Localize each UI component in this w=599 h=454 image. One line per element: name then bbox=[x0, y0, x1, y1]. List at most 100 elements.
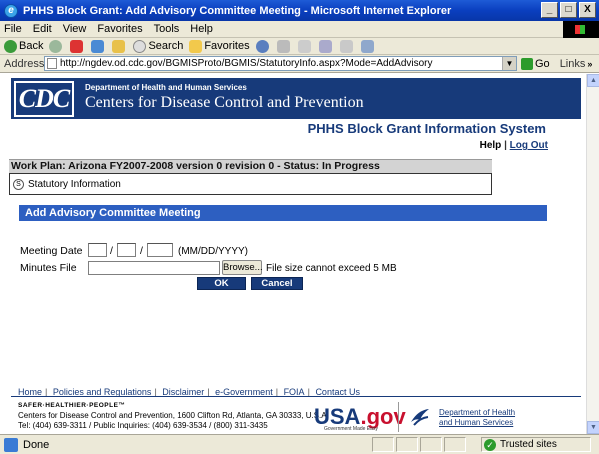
links-chevron-icon[interactable]: » bbox=[587, 59, 592, 69]
edit-icon bbox=[318, 39, 332, 53]
menu-file[interactable]: File bbox=[4, 23, 22, 35]
address-dropdown-icon[interactable]: ▼ bbox=[502, 57, 516, 70]
statutory-info-label[interactable]: Statutory Information bbox=[28, 179, 121, 190]
minimize-button[interactable]: _ bbox=[541, 2, 558, 18]
go-arrow-icon bbox=[521, 57, 533, 70]
links-button[interactable]: Links bbox=[560, 58, 586, 70]
page-viewport: CDC Department of Health and Human Servi… bbox=[0, 74, 586, 434]
minutes-file-label: Minutes File bbox=[20, 262, 77, 274]
footer-divider bbox=[11, 396, 581, 397]
scroll-up-icon[interactable]: ▲ bbox=[587, 74, 599, 87]
menu-bar: File Edit View Favorites Tools Help bbox=[0, 21, 599, 38]
favorites-label: Favorites bbox=[204, 40, 250, 52]
ok-button[interactable]: OK bbox=[197, 277, 246, 290]
back-arrow-icon bbox=[4, 39, 17, 53]
hhs-line-1: Department of Health bbox=[439, 408, 516, 417]
status-text: Done bbox=[23, 438, 50, 451]
meeting-date-label: Meeting Date bbox=[20, 245, 83, 257]
back-label: Back bbox=[19, 40, 44, 52]
tagline: SAFER·HEALTHIER·PEOPLE™ bbox=[18, 402, 126, 409]
hhs-eagle-icon[interactable] bbox=[408, 406, 432, 428]
cdc-logo[interactable]: CDC bbox=[14, 80, 74, 117]
step-s-icon: S bbox=[13, 178, 24, 190]
history-button[interactable] bbox=[255, 39, 271, 53]
hhs-line-2: and Human Services bbox=[439, 418, 514, 427]
workplan-title: Work Plan: Arizona FY2007-2008 version 0… bbox=[9, 159, 492, 173]
date-slash: / bbox=[140, 245, 143, 257]
vertical-scrollbar[interactable]: ▲ ▼ bbox=[586, 74, 599, 434]
windows-logo-icon bbox=[563, 21, 599, 38]
department-name: Department of Health and Human Services bbox=[85, 83, 247, 92]
hhs-link[interactable]: Department of Health and Human Services bbox=[439, 408, 515, 428]
window-titlebar: e PHHS Block Grant: Add Advisory Committ… bbox=[0, 0, 599, 21]
print-icon bbox=[297, 39, 311, 53]
ie-icon: e bbox=[4, 3, 18, 18]
discuss-icon bbox=[339, 39, 353, 53]
status-pane bbox=[444, 437, 466, 452]
messenger-icon bbox=[360, 39, 374, 53]
star-icon bbox=[189, 39, 203, 53]
menu-edit[interactable]: Edit bbox=[33, 23, 52, 35]
address-label: Address bbox=[4, 57, 45, 70]
year-input[interactable] bbox=[147, 243, 173, 257]
page-done-icon bbox=[4, 437, 18, 452]
refresh-icon bbox=[91, 39, 105, 53]
back-button[interactable]: Back bbox=[4, 39, 44, 53]
section-title: Add Advisory Committee Meeting bbox=[19, 205, 547, 221]
status-bar: Done ✓ Trusted sites bbox=[0, 434, 599, 454]
security-zone[interactable]: ✓ Trusted sites bbox=[481, 437, 591, 452]
search-label: Search bbox=[148, 40, 184, 52]
stop-icon bbox=[70, 39, 84, 53]
forward-button[interactable] bbox=[49, 39, 64, 53]
favorites-button[interactable]: Favorites bbox=[189, 39, 250, 53]
print-button[interactable] bbox=[297, 39, 313, 53]
close-button[interactable]: X bbox=[579, 2, 596, 18]
menu-favorites[interactable]: Favorites bbox=[97, 23, 142, 35]
footer-vertical-divider bbox=[398, 402, 399, 432]
day-input[interactable] bbox=[117, 243, 136, 257]
refresh-button[interactable] bbox=[91, 39, 106, 53]
cdc-header-banner: CDC Department of Health and Human Servi… bbox=[11, 78, 581, 119]
help-link[interactable]: Help bbox=[480, 140, 502, 151]
browse-button[interactable]: Browse... bbox=[222, 260, 263, 275]
search-button[interactable]: Search bbox=[133, 39, 184, 53]
checkmark-icon: ✓ bbox=[484, 438, 496, 451]
scroll-down-icon[interactable]: ▼ bbox=[587, 421, 599, 434]
date-format-hint: (MM/DD/YYYY) bbox=[178, 246, 248, 257]
menu-help[interactable]: Help bbox=[190, 23, 213, 35]
minutes-file-input[interactable] bbox=[88, 261, 220, 275]
status-panes bbox=[372, 437, 466, 452]
page-icon bbox=[47, 58, 57, 69]
month-input[interactable] bbox=[88, 243, 107, 257]
mail-icon bbox=[276, 39, 290, 53]
search-icon bbox=[133, 39, 147, 53]
discuss-button[interactable] bbox=[339, 39, 355, 53]
maximize-button[interactable]: □ bbox=[560, 2, 577, 18]
home-button[interactable] bbox=[112, 39, 127, 53]
help-links: Help | Log Out bbox=[480, 140, 548, 151]
address-line-2: Tel: (404) 639-3311 / Public Inquiries: … bbox=[18, 421, 268, 430]
address-line-1: Centers for Disease Control and Preventi… bbox=[18, 411, 327, 420]
window-title: PHHS Block Grant: Add Advisory Committee… bbox=[23, 4, 452, 17]
logout-link[interactable]: Log Out bbox=[510, 140, 548, 151]
go-button[interactable]: Go bbox=[521, 57, 550, 70]
address-input[interactable]: http://ngdev.od.cdc.gov/BGMISProto/BGMIS… bbox=[44, 56, 517, 71]
statutory-info-box: S Statutory Information bbox=[9, 173, 492, 195]
toolbar: Back Search Favorites bbox=[0, 38, 599, 55]
menu-tools[interactable]: Tools bbox=[154, 23, 180, 35]
edit-button[interactable] bbox=[318, 39, 334, 53]
mail-button[interactable] bbox=[276, 39, 292, 53]
forward-arrow-icon bbox=[49, 39, 63, 53]
go-label: Go bbox=[535, 57, 550, 70]
status-pane bbox=[420, 437, 442, 452]
cancel-button[interactable]: Cancel bbox=[251, 277, 303, 290]
stop-button[interactable] bbox=[70, 39, 85, 53]
link-separator: | bbox=[504, 140, 507, 151]
file-size-hint: File size cannot exceed 5 MB bbox=[266, 263, 397, 274]
address-url: http://ngdev.od.cdc.gov/BGMISProto/BGMIS… bbox=[60, 58, 433, 69]
menu-view[interactable]: View bbox=[63, 23, 87, 35]
system-title: PHHS Block Grant Information System bbox=[307, 121, 546, 136]
messenger-button[interactable] bbox=[360, 39, 376, 53]
usagov-subtitle: Government Made Easy bbox=[324, 426, 378, 432]
history-icon bbox=[255, 39, 269, 53]
